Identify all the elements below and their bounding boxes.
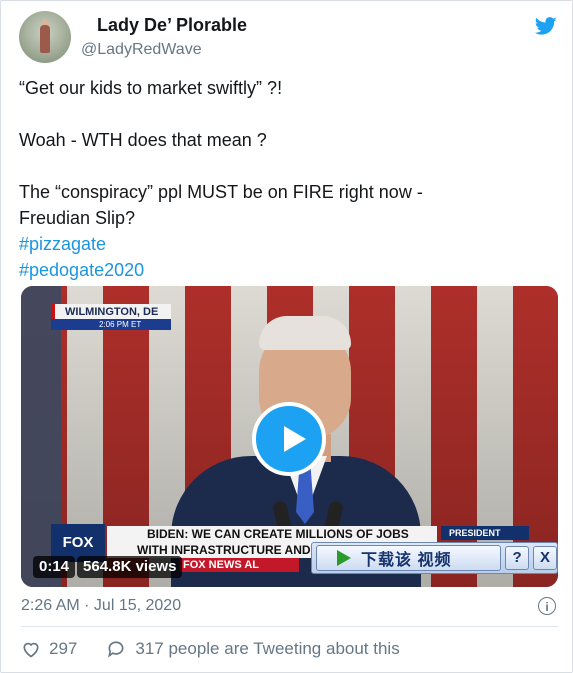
chyron-side-label: PRESIDENT [441, 526, 529, 540]
tweet-card: Lady De’ Plorable @LadyRedWave “Get our … [0, 0, 573, 673]
info-icon[interactable]: i [538, 597, 556, 615]
play-icon[interactable] [252, 402, 326, 476]
tweet-timestamp[interactable]: 2:26 AM · Jul 15, 2020 [21, 597, 181, 615]
tweet-line: Woah - WTH does that mean ? [19, 130, 267, 150]
heart-icon[interactable] [21, 639, 41, 659]
divider [21, 626, 558, 627]
video-player[interactable]: WILMINGTON, DE 2:06 PM ET FOX BIDEN: WE … [21, 286, 558, 587]
chyron-headline-top: BIDEN: WE CAN CREATE MILLIONS OF JOBS [107, 526, 437, 542]
video-badges: 0:14 564.8K views [33, 556, 184, 578]
hashtag-link[interactable]: #pedogate2020 [19, 260, 144, 280]
twitter-bird-icon[interactable] [533, 15, 559, 37]
video-location-tag: WILMINGTON, DE 2:06 PM ET [51, 304, 171, 330]
user-display-name[interactable]: Lady De’ Plorable [97, 15, 247, 36]
network-tag: FOX NEWS AL [179, 558, 299, 572]
tweeting-about-link[interactable]: 317 people are Tweeting about this [135, 639, 399, 659]
tweet-text: “Get our kids to market swiftly” ?! Woah… [19, 75, 549, 283]
download-toolbar: 下载该 视频 ? X [311, 542, 558, 574]
tweet-line: “Get our kids to market swiftly” ?! [19, 78, 283, 98]
video-views: 564.8K views [77, 556, 183, 578]
tweet-line: The “conspiracy” ppl MUST be on FIRE rig… [19, 182, 423, 202]
tweet-actions: 297 317 people are Tweeting about this [21, 639, 400, 659]
user-handle[interactable]: @LadyRedWave [81, 41, 202, 59]
like-count[interactable]: 297 [49, 639, 77, 659]
help-button[interactable]: ? [505, 546, 530, 570]
comment-bubble-icon[interactable] [105, 639, 127, 659]
close-button[interactable]: X [533, 546, 557, 570]
hashtag-link[interactable]: #pizzagate [19, 234, 106, 254]
tweet-line: Freudian Slip? [19, 208, 136, 228]
avatar[interactable] [19, 11, 71, 63]
play-arrow-icon [337, 550, 351, 566]
avatar-figure [40, 25, 50, 53]
video-duration: 0:14 [33, 556, 76, 578]
download-video-button[interactable]: 下载该 视频 [316, 545, 502, 571]
